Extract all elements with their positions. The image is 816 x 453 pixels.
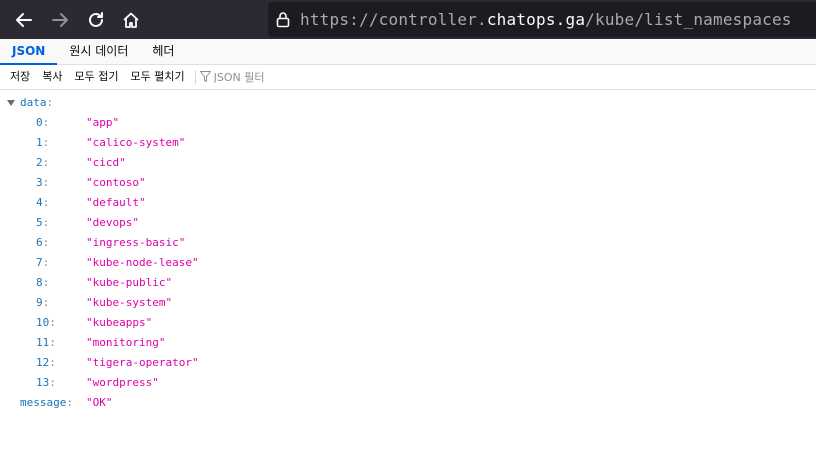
url-path: /kube/list_namespaces: [585, 10, 792, 29]
tree-value: "devops": [86, 216, 139, 229]
tree-row-data[interactable]: data:: [0, 93, 816, 113]
tree-index: 0:: [36, 116, 50, 129]
json-toolbar: 저장 복사 모두 접기 모두 펼치기: [0, 65, 816, 90]
filter-input[interactable]: [213, 70, 414, 84]
tree-index: 9:: [36, 296, 50, 309]
reload-icon: [89, 12, 103, 27]
tree-value: "contoso": [86, 176, 146, 189]
tree-index: 12:: [36, 356, 56, 369]
tree-index: 5:: [36, 216, 50, 229]
tree-row[interactable]: 6: "ingress-basic": [0, 233, 816, 253]
tree-row[interactable]: 2: "cicd": [0, 153, 816, 173]
tree-value: "kubeapps": [86, 316, 153, 329]
tree-row[interactable]: 12: "tigera-operator": [0, 353, 816, 373]
tree-index: 11:: [36, 336, 56, 349]
tree-index: 6:: [36, 236, 50, 249]
tree-row[interactable]: 0: "app": [0, 113, 816, 133]
url-host: chatops.ga: [486, 10, 586, 29]
tree-value: "app": [86, 116, 120, 129]
tree-index: 1:: [36, 136, 50, 149]
json-tree: data: 0: "app" 1: "calico-system" 2: "cicd" 3:…: [0, 90, 816, 413]
tree-value: "OK": [86, 396, 113, 409]
tree-value: "monitoring": [86, 336, 166, 349]
tree-index: 10:: [36, 316, 56, 329]
tree-index: 13:: [36, 376, 56, 389]
data-array-items: 0: "app" 1: "calico-system" 2: "cicd" 3: "conto…: [0, 113, 816, 393]
tree-row[interactable]: 13: "wordpress": [0, 373, 816, 393]
filter-box[interactable]: [199, 70, 414, 84]
tree-index: 8:: [36, 276, 50, 289]
tree-key: data:: [20, 96, 54, 109]
tree-row-message[interactable]: message: "OK": [0, 393, 816, 413]
browser-toolbar: https://controller.chatops.ga/kube/list_…: [0, 0, 816, 39]
tree-key: message:: [20, 396, 73, 409]
viewer-tabs: JSON 원시 데이터 헤더: [0, 39, 816, 65]
tree-row[interactable]: 10: "kubeapps": [0, 313, 816, 333]
tree-row[interactable]: 7: "kube-node-lease": [0, 253, 816, 273]
url-text[interactable]: https://controller.chatops.ga/kube/list_…: [300, 10, 792, 29]
tree-row[interactable]: 4: "default": [0, 193, 816, 213]
forward-arrow-icon: [52, 13, 68, 27]
tree-value: "ingress-basic": [86, 236, 186, 249]
collapse-triangle-icon[interactable]: [7, 100, 15, 106]
tree-index: 3:: [36, 176, 50, 189]
tree-value: "cicd": [86, 156, 126, 169]
tree-row[interactable]: 11: "monitoring": [0, 333, 816, 353]
tree-value: "tigera-operator": [86, 356, 199, 369]
tab-raw-data[interactable]: 원시 데이터: [57, 39, 140, 65]
url-prefix: https://controller.: [300, 10, 487, 29]
toolbar-divider: [194, 70, 196, 84]
tree-index: 7:: [36, 256, 50, 269]
expand-all-button[interactable]: 모두 펼치기: [124, 65, 190, 89]
tree-index: 2:: [36, 156, 50, 169]
lock-icon[interactable]: [276, 11, 290, 28]
filter-icon: [199, 71, 211, 82]
tree-value: "kube-public": [86, 276, 173, 289]
collapse-all-button[interactable]: 모두 접기: [69, 65, 125, 89]
back-arrow-icon: [16, 13, 32, 27]
back-button[interactable]: [12, 8, 36, 32]
tab-json[interactable]: JSON: [0, 39, 58, 65]
home-icon: [123, 12, 139, 28]
tree-value: "kube-system": [86, 296, 173, 309]
copy-button[interactable]: 복사: [36, 65, 68, 89]
home-button[interactable]: [119, 8, 143, 32]
tree-value: "calico-system": [86, 136, 186, 149]
tree-value: "wordpress": [86, 376, 159, 389]
url-bar[interactable]: https://controller.chatops.ga/kube/list_…: [268, 2, 816, 37]
tree-row[interactable]: 9: "kube-system": [0, 293, 816, 313]
tree-row[interactable]: 8: "kube-public": [0, 273, 816, 293]
tab-headers[interactable]: 헤더: [140, 39, 186, 65]
tree-row[interactable]: 3: "contoso": [0, 173, 816, 193]
tree-row[interactable]: 1: "calico-system": [0, 133, 816, 153]
tree-value: "default": [86, 196, 146, 209]
tree-row[interactable]: 5: "devops": [0, 213, 816, 233]
tree-value: "kube-node-lease": [86, 256, 199, 269]
forward-button[interactable]: [48, 8, 72, 32]
reload-button[interactable]: [84, 8, 108, 32]
tree-index: 4:: [36, 196, 50, 209]
save-button[interactable]: 저장: [4, 65, 36, 89]
